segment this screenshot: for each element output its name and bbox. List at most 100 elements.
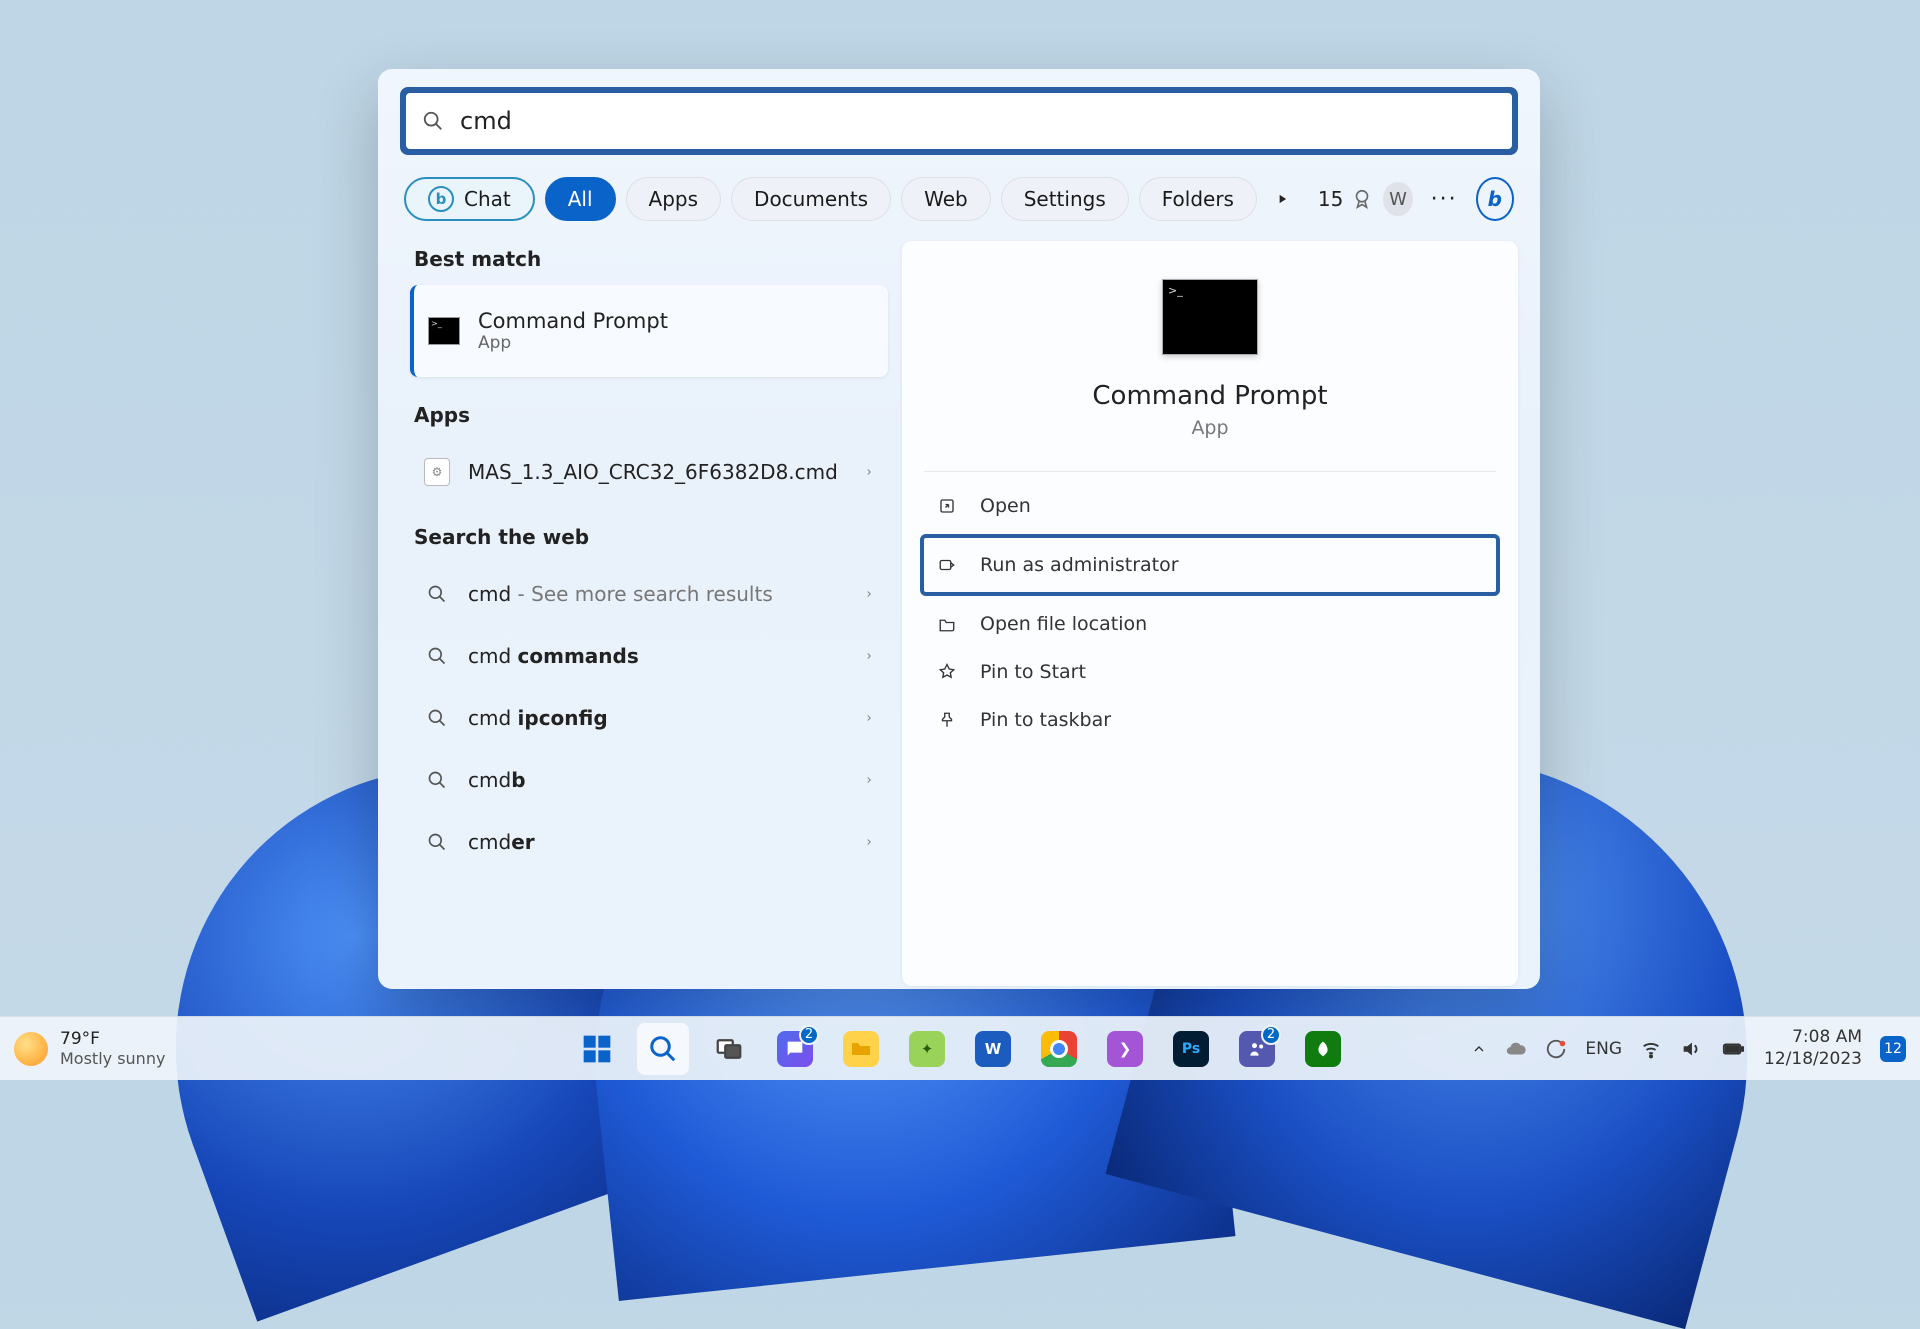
action-open[interactable]: Open: [924, 482, 1496, 530]
apps-result-title: MAS_1.3_AIO_CRC32_6F6382D8.cmd: [468, 459, 846, 486]
tray-update[interactable]: [1545, 1038, 1567, 1060]
medal-icon: [1351, 188, 1373, 210]
filter-apps[interactable]: Apps: [626, 177, 722, 221]
filter-documents[interactable]: Documents: [731, 177, 891, 221]
account-avatar[interactable]: W: [1383, 182, 1412, 216]
section-apps: Apps: [414, 403, 888, 427]
search-bar[interactable]: [406, 93, 1512, 149]
windows-icon: [581, 1033, 613, 1065]
rewards-points[interactable]: 15: [1318, 187, 1373, 211]
web-result-row[interactable]: cmder: [410, 811, 888, 873]
filter-chat-label: Chat: [464, 187, 511, 211]
section-web: Search the web: [414, 525, 888, 549]
web-result-text: cmdb: [468, 768, 846, 792]
section-best-match: Best match: [414, 247, 888, 271]
app-icon: ✦: [909, 1031, 945, 1067]
taskbar-center: 2 ✦ W ❯ Ps 2: [571, 1023, 1349, 1075]
results-list: Best match Command Prompt App Apps ⚙ MAS…: [400, 241, 888, 986]
task-view-button[interactable]: [703, 1023, 755, 1075]
web-result-row[interactable]: cmdb: [410, 749, 888, 811]
action-pin-start[interactable]: Pin to Start: [924, 648, 1496, 696]
filter-all[interactable]: All: [545, 177, 616, 221]
apps-result-row[interactable]: ⚙ MAS_1.3_AIO_CRC32_6F6382D8.cmd: [410, 441, 888, 503]
search-icon: [424, 832, 450, 852]
taskbar-photoshop[interactable]: Ps: [1165, 1023, 1217, 1075]
web-result-text: cmd ipconfig: [468, 706, 846, 730]
pin-taskbar-icon: [936, 711, 958, 729]
more-menu[interactable]: ···: [1423, 187, 1466, 212]
best-match-title: Command Prompt: [478, 309, 668, 333]
search-icon: [424, 708, 450, 728]
web-result-text: cmd - See more search results: [468, 582, 846, 606]
weather-desc: Mostly sunny: [60, 1049, 165, 1068]
chat-badge: 2: [799, 1025, 819, 1045]
taskbar-search-button[interactable]: [637, 1023, 689, 1075]
taskbar-chrome[interactable]: [1033, 1023, 1085, 1075]
search-icon: [648, 1034, 678, 1064]
taskbar-chat[interactable]: 2: [769, 1023, 821, 1075]
search-icon: [424, 770, 450, 790]
detail-pane: Command Prompt App Open Run as administr…: [902, 241, 1518, 986]
search-icon: [424, 584, 450, 604]
search-input[interactable]: [460, 107, 1496, 135]
chrome-icon: [1041, 1031, 1077, 1067]
taskbar-app-purple[interactable]: ❯: [1099, 1023, 1151, 1075]
tray-wifi[interactable]: [1640, 1038, 1662, 1060]
tray-onedrive[interactable]: [1505, 1038, 1527, 1060]
taskbar: 79°F Mostly sunny 2 ✦ W: [0, 1016, 1920, 1080]
filter-folders[interactable]: Folders: [1139, 177, 1257, 221]
action-open-location-label: Open file location: [980, 613, 1147, 635]
chevron-right-icon: [864, 710, 874, 726]
command-prompt-icon: [428, 317, 460, 345]
web-result-row[interactable]: cmd commands: [410, 625, 888, 687]
chevron-right-icon: [864, 772, 874, 788]
xbox-icon: [1305, 1031, 1341, 1067]
action-open-location[interactable]: Open file location: [924, 600, 1496, 648]
search-icon: [424, 646, 450, 666]
notification-button[interactable]: 12: [1880, 1036, 1906, 1062]
wifi-icon: [1640, 1038, 1662, 1060]
action-open-label: Open: [980, 495, 1031, 517]
pin-icon: [936, 663, 958, 681]
filter-settings[interactable]: Settings: [1001, 177, 1129, 221]
word-icon: W: [975, 1031, 1011, 1067]
action-run-admin-label: Run as administrator: [980, 554, 1179, 576]
update-icon: [1545, 1038, 1567, 1060]
tray-overflow[interactable]: [1471, 1041, 1487, 1057]
web-result-row[interactable]: cmd ipconfig: [410, 687, 888, 749]
taskbar-app-green[interactable]: ✦: [901, 1023, 953, 1075]
chevron-right-icon: [864, 648, 874, 664]
action-pin-taskbar[interactable]: Pin to taskbar: [924, 696, 1496, 744]
app-icon: ❯: [1107, 1031, 1143, 1067]
folder-icon: [936, 615, 958, 633]
taskbar-file-explorer[interactable]: [835, 1023, 887, 1075]
taskbar-xbox[interactable]: [1297, 1023, 1349, 1075]
cloud-icon: [1505, 1038, 1527, 1060]
clock-time: 7:08 AM: [1764, 1027, 1862, 1048]
bing-button[interactable]: b: [1476, 177, 1514, 221]
cmd-file-icon: ⚙: [424, 458, 450, 486]
tray-volume[interactable]: [1680, 1038, 1702, 1060]
weather-temp: 79°F: [60, 1029, 165, 1049]
taskbar-word[interactable]: W: [967, 1023, 1019, 1075]
web-result-row[interactable]: cmd - See more search results: [410, 563, 888, 625]
tray-language[interactable]: ENG: [1585, 1039, 1622, 1059]
taskbar-clock[interactable]: 7:08 AM 12/18/2023: [1764, 1027, 1862, 1069]
filter-web[interactable]: Web: [901, 177, 991, 221]
best-match-subtitle: App: [478, 333, 668, 353]
tray-battery[interactable]: [1720, 1038, 1746, 1060]
filter-chat[interactable]: b Chat: [404, 177, 535, 221]
web-result-text: cmd commands: [468, 644, 846, 668]
taskview-icon: [714, 1034, 744, 1064]
filter-row: b Chat All Apps Documents Web Settings F…: [400, 177, 1518, 221]
web-result-text: cmder: [468, 830, 846, 854]
detail-title: Command Prompt: [924, 381, 1496, 411]
weather-icon: [14, 1032, 48, 1066]
best-match-item[interactable]: Command Prompt App: [410, 285, 888, 377]
taskbar-teams[interactable]: 2: [1231, 1023, 1283, 1075]
action-run-admin[interactable]: Run as administrator: [920, 534, 1500, 596]
filter-more-arrow[interactable]: [1267, 181, 1298, 217]
start-button[interactable]: [571, 1023, 623, 1075]
chevron-right-icon: [864, 834, 874, 850]
taskbar-weather[interactable]: 79°F Mostly sunny: [14, 1029, 165, 1068]
